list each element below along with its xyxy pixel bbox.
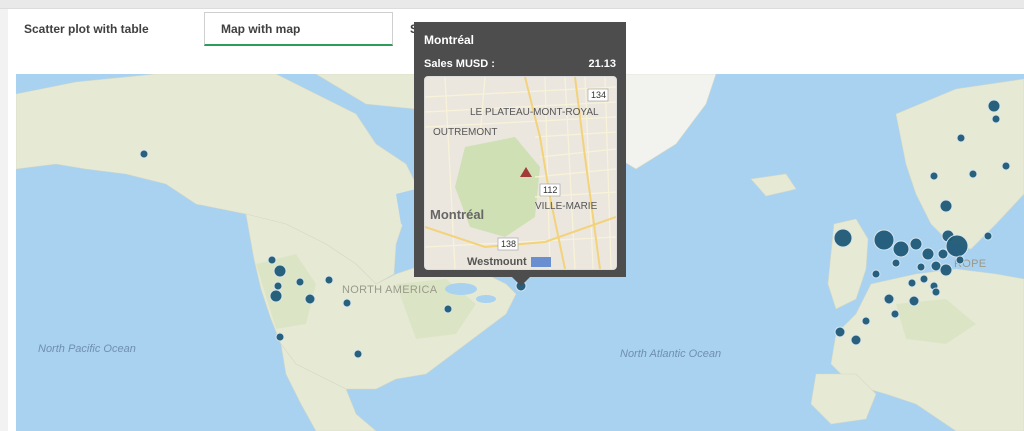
map-tooltip: Montréal Sales MUSD : 21.13 LE PLATEAU-M… xyxy=(414,22,626,286)
tooltip-measure-value: 21.13 xyxy=(588,58,616,70)
data-bubble[interactable] xyxy=(939,199,953,213)
data-bubble[interactable] xyxy=(907,278,917,288)
data-bubble[interactable] xyxy=(891,258,901,268)
data-bubble[interactable] xyxy=(916,262,926,272)
data-bubble[interactable] xyxy=(443,304,453,314)
data-bubble[interactable] xyxy=(269,289,283,303)
data-bubble[interactable] xyxy=(342,298,352,308)
data-bubble[interactable] xyxy=(273,264,287,278)
data-bubble[interactable] xyxy=(945,234,969,258)
data-bubble[interactable] xyxy=(968,169,978,179)
data-bubble[interactable] xyxy=(833,228,853,248)
svg-text:112: 112 xyxy=(543,185,557,195)
data-bubble[interactable] xyxy=(930,260,942,272)
mini-label-plateau: LE PLATEAU-MONT-ROYAL xyxy=(470,107,599,118)
data-bubble[interactable] xyxy=(834,326,846,338)
label-north-atlantic-ocean: North Atlantic Ocean xyxy=(620,348,721,360)
tooltip-measure-label: Sales MUSD : xyxy=(424,58,495,70)
data-bubble[interactable] xyxy=(873,229,895,251)
tooltip-measure-row: Sales MUSD : 21.13 xyxy=(424,58,616,70)
data-bubble[interactable] xyxy=(1001,161,1011,171)
svg-text:138: 138 xyxy=(501,239,516,249)
data-bubble[interactable] xyxy=(939,263,953,277)
data-bubble[interactable] xyxy=(890,309,900,319)
data-bubble[interactable] xyxy=(931,287,941,297)
route-shield-134: 134 xyxy=(587,88,609,102)
data-bubble[interactable] xyxy=(991,114,1001,124)
data-bubble[interactable] xyxy=(324,275,334,285)
data-bubble[interactable] xyxy=(139,149,149,159)
data-bubble[interactable] xyxy=(850,334,862,346)
data-bubble[interactable] xyxy=(937,248,949,260)
top-bar xyxy=(0,0,1024,9)
mini-label-outremont: OUTREMONT xyxy=(433,127,497,138)
route-shield-138: 138 xyxy=(497,237,519,251)
tooltip-city-name: Montréal xyxy=(424,33,475,47)
route-shield-112: 112 xyxy=(539,183,561,197)
data-bubble[interactable] xyxy=(919,274,929,284)
tab-scatter-plot-with-table[interactable]: Scatter plot with table xyxy=(8,12,198,46)
data-bubble[interactable] xyxy=(955,255,965,265)
data-bubble[interactable] xyxy=(987,99,1001,113)
mini-label-westmount: Westmount xyxy=(467,256,527,268)
data-bubble[interactable] xyxy=(871,269,881,279)
mini-map-canvas: LE PLATEAU-MONT-ROYAL OUTREMONT Montréal… xyxy=(425,77,616,269)
data-bubble[interactable] xyxy=(883,293,895,305)
data-bubble[interactable] xyxy=(861,316,871,326)
mini-label-montreal: Montréal xyxy=(430,207,484,222)
data-bubble[interactable] xyxy=(908,295,920,307)
data-bubble[interactable] xyxy=(909,237,923,251)
mini-label-ville-marie: VILLE-MARIE xyxy=(535,201,598,212)
data-bubble[interactable] xyxy=(267,255,277,265)
data-bubble[interactable] xyxy=(304,293,316,305)
label-north-america: NORTH AMERICA xyxy=(342,284,438,296)
data-bubble[interactable] xyxy=(275,332,285,342)
data-bubble[interactable] xyxy=(273,281,283,291)
data-bubble[interactable] xyxy=(983,231,993,241)
data-bubble[interactable] xyxy=(956,133,966,143)
highway-badge-icon xyxy=(531,257,551,267)
label-north-pacific-ocean: North Pacific Ocean xyxy=(38,343,136,355)
tooltip-mini-map: LE PLATEAU-MONT-ROYAL OUTREMONT Montréal… xyxy=(424,76,617,270)
data-bubble[interactable] xyxy=(892,240,910,258)
data-bubble[interactable] xyxy=(353,349,363,359)
data-bubble[interactable] xyxy=(295,277,305,287)
data-bubble[interactable] xyxy=(929,171,939,181)
tab-map-with-map[interactable]: Map with map xyxy=(204,12,393,46)
data-bubble[interactable] xyxy=(921,247,935,261)
svg-text:134: 134 xyxy=(591,90,606,100)
